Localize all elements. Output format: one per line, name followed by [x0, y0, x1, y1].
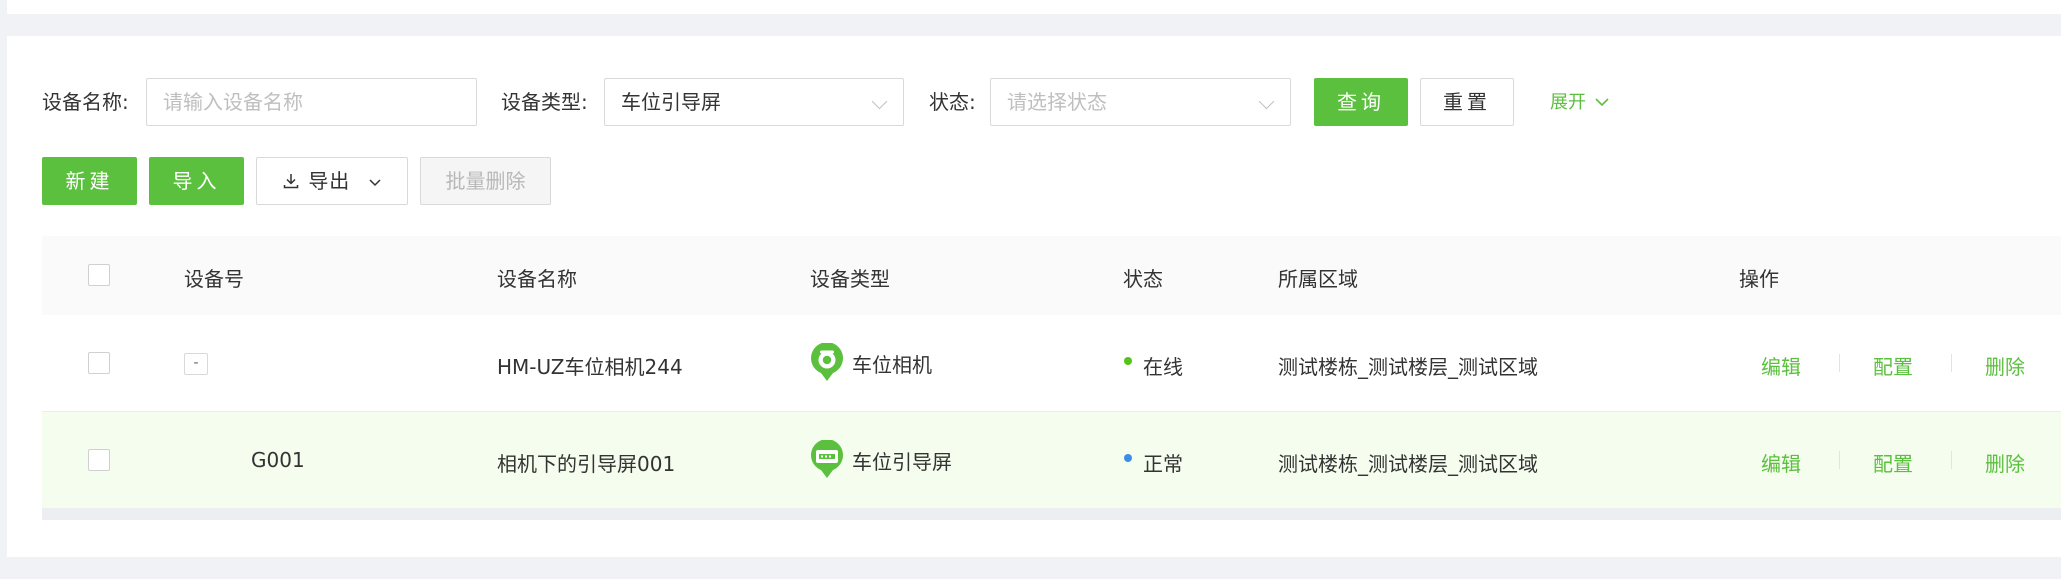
reset-button[interactable]: 重置	[1420, 78, 1514, 126]
delete-link[interactable]: 删除	[1985, 351, 2025, 380]
select-all-checkbox[interactable]	[88, 264, 110, 286]
action-divider	[1951, 451, 1952, 469]
camera-icon	[811, 343, 843, 381]
query-button[interactable]: 查询	[1314, 78, 1408, 126]
device-type-cell: 车位相机	[852, 353, 932, 377]
status-dot	[1124, 357, 1132, 365]
chevron-down-icon	[1258, 93, 1275, 110]
status-placeholder: 请选择状态	[1007, 90, 1107, 114]
row-checkbox[interactable]	[88, 449, 110, 471]
table-row: - HM-UZ车位相机244 车位相机 在线 测试楼栋_测试楼层_测试区域 编辑…	[42, 315, 2061, 412]
export-label: 导出	[308, 169, 351, 193]
status-select[interactable]: 请选择状态	[990, 78, 1291, 126]
edit-link[interactable]: 编辑	[1761, 448, 1801, 477]
chevron-down-icon	[1595, 98, 1609, 107]
action-divider	[1839, 451, 1840, 469]
config-link[interactable]: 配置	[1873, 351, 1913, 380]
top-card	[7, 0, 2061, 14]
device-no-cell: G001	[251, 448, 305, 472]
table-header: 设备号 设备名称 设备类型 状态 所属区域 操作	[42, 236, 2061, 316]
header-area: 所属区域	[1278, 267, 1358, 291]
guidance-screen-icon	[811, 440, 843, 478]
collapse-toggle-button[interactable]: -	[184, 353, 208, 375]
device-name-cell: HM-UZ车位相机244	[497, 355, 683, 379]
expand-toggle[interactable]: 展开	[1550, 92, 1610, 114]
config-link[interactable]: 配置	[1873, 448, 1913, 477]
download-icon	[284, 174, 299, 189]
header-device-no: 设备号	[184, 267, 244, 291]
device-name-input[interactable]: 请输入设备名称	[146, 78, 477, 126]
status-cell: 正常	[1143, 452, 1183, 476]
edit-link[interactable]: 编辑	[1761, 351, 1801, 380]
export-dropdown-button[interactable]: 导出	[256, 157, 408, 205]
status-cell: 在线	[1143, 355, 1183, 379]
header-device-name: 设备名称	[497, 267, 577, 291]
device-type-cell: 车位引导屏	[852, 450, 952, 474]
table-row: G001 相机下的引导屏001 车位引导屏 正常 测试楼栋_测试楼层_测试区域 …	[42, 412, 2061, 509]
action-divider	[1951, 354, 1952, 372]
import-button[interactable]: 导入	[149, 157, 244, 205]
header-status: 状态	[1123, 267, 1163, 291]
header-actions: 操作	[1739, 267, 1779, 291]
device-type-select[interactable]: 车位引导屏	[604, 78, 904, 126]
chevron-down-icon	[369, 179, 381, 187]
area-cell: 测试楼栋_测试楼层_测试区域	[1278, 452, 1538, 476]
device-type-label: 设备类型:	[501, 90, 588, 114]
action-divider	[1839, 354, 1840, 372]
horizontal-scrollbar[interactable]	[42, 508, 2061, 520]
header-device-type: 设备类型	[810, 267, 890, 291]
row-checkbox[interactable]	[88, 352, 110, 374]
device-name-label: 设备名称:	[42, 90, 129, 114]
device-type-value: 车位引导屏	[621, 90, 721, 114]
expand-label: 展开	[1550, 92, 1586, 113]
chevron-down-icon	[871, 93, 888, 110]
batch-delete-button[interactable]: 批量删除	[420, 157, 551, 205]
minus-icon: -	[193, 355, 199, 371]
new-button[interactable]: 新建	[42, 157, 137, 205]
status-dot	[1124, 454, 1132, 462]
status-label: 状态:	[929, 90, 976, 114]
device-name-cell: 相机下的引导屏001	[497, 452, 676, 476]
area-cell: 测试楼栋_测试楼层_测试区域	[1278, 355, 1538, 379]
delete-link[interactable]: 删除	[1985, 448, 2025, 477]
